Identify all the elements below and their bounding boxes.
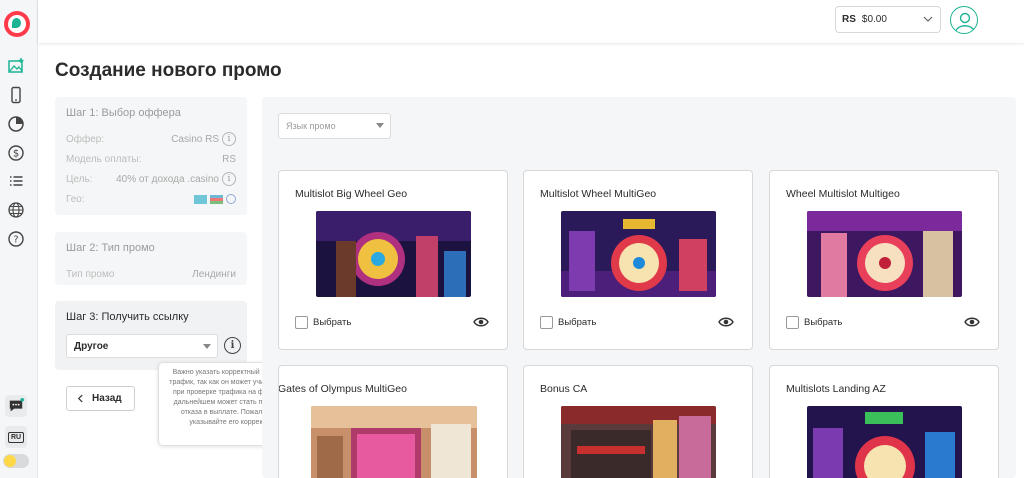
promo-card[interactable]: Bonus CA — [523, 365, 753, 478]
promo-card[interactable]: Multislot Big Wheel Geo Выбрать — [278, 170, 508, 350]
promo-card[interactable]: Multislot Wheel MultiGeo Выбрать — [523, 170, 753, 350]
back-button-label: Назад — [92, 393, 122, 404]
promo-card-title: Multislot Wheel MultiGeo — [540, 188, 657, 200]
promo-preview-image — [807, 406, 962, 478]
chevron-down-icon — [923, 16, 933, 22]
statistics-pie-icon[interactable] — [7, 115, 25, 133]
promo-card-title: Wheel Multislot Multigeo — [786, 188, 900, 200]
globe-icon[interactable] — [7, 201, 25, 219]
step-1-offer: Шаг 1: Выбор оффера Оффер: Casino RS i Мо… — [55, 97, 247, 215]
info-icon[interactable]: i — [222, 172, 236, 186]
promo-card[interactable]: Wheel Multislot Multigeo Выбрать — [769, 170, 999, 350]
balance-dropdown[interactable]: RS $0.00 — [835, 6, 941, 33]
promo-preview-image — [311, 406, 477, 478]
promo-preview-image — [316, 211, 471, 297]
caret-down-icon — [376, 123, 384, 128]
select-checkbox[interactable]: Выбрать — [295, 316, 351, 329]
geo-row: Гео: — [66, 189, 236, 209]
help-icon[interactable]: ? — [7, 230, 25, 248]
promo-card-title: Gates of Olympus MultiGeo — [278, 383, 407, 395]
promo-card-title: Bonus CA — [540, 383, 588, 395]
traffic-source-select[interactable]: Другое — [66, 334, 218, 358]
select-checkbox[interactable]: Выбрать — [786, 316, 842, 329]
offer-label: Оффер: — [66, 133, 105, 145]
goal-row: Цель: 40% от дохода .casino i — [66, 169, 236, 189]
offer-row: Оффер: Casino RS i — [66, 129, 236, 149]
payment-model-label: Модель оплаты: — [66, 153, 142, 165]
promo-card-title: Multislot Big Wheel Geo — [295, 188, 408, 200]
mobile-icon[interactable] — [7, 86, 25, 104]
select-label: Выбрать — [804, 317, 843, 328]
checkbox[interactable] — [786, 316, 799, 329]
theme-toggle[interactable] — [3, 454, 29, 468]
language-badge: RU — [7, 431, 25, 443]
info-icon[interactable]: i — [224, 337, 241, 354]
balance-amount: $0.00 — [861, 14, 887, 25]
finance-dollar-icon[interactable]: $ — [7, 144, 25, 162]
page-title: Создание нового промо — [55, 60, 282, 81]
left-sidebar: $ ? RU — [0, 0, 38, 478]
promo-card-title: Multislots Landing AZ — [786, 383, 886, 395]
user-avatar-icon[interactable] — [950, 6, 978, 34]
promo-image-icon[interactable] — [7, 57, 25, 75]
promo-preview-image — [561, 211, 716, 297]
list-icon[interactable] — [7, 172, 25, 190]
chevron-left-icon — [77, 394, 83, 403]
flag-kz-icon — [194, 194, 207, 204]
goal-value: 40% от дохода .casino — [116, 173, 219, 185]
promo-card[interactable]: Multislots Landing AZ — [769, 365, 999, 478]
step-1-title: Шаг 1: Выбор оффера — [66, 107, 181, 119]
checkbox[interactable] — [540, 316, 553, 329]
promo-type-label: Тип промо — [66, 268, 115, 280]
step-3-title: Шаг 3: Получить ссылку — [66, 311, 189, 323]
step-2-title: Шаг 2: Тип промо — [66, 242, 155, 254]
preview-eye-icon[interactable] — [473, 316, 489, 328]
select-label: Выбрать — [313, 317, 352, 328]
svg-text:?: ? — [13, 235, 18, 246]
promo-type-row: Тип промо Лендинги — [66, 264, 236, 284]
balance-currency: RS — [842, 14, 856, 25]
select-label: Выбрать — [558, 317, 597, 328]
promo-card[interactable]: Gates of Olympus MultiGeo — [278, 365, 508, 478]
checkbox[interactable] — [295, 316, 308, 329]
flag-az-icon — [210, 194, 223, 204]
goal-label: Цель: — [66, 173, 93, 185]
promo-language-placeholder: Язык промо — [286, 121, 336, 131]
back-button[interactable]: Назад — [66, 386, 135, 411]
svg-text:$: $ — [13, 149, 19, 160]
select-checkbox[interactable]: Выбрать — [540, 316, 596, 329]
sun-icon — [4, 455, 16, 467]
step-2-promo-type: Шаг 2: Тип промо Тип промо Лендинги — [55, 232, 247, 285]
promo-language-select[interactable]: Язык промо — [278, 113, 391, 139]
brand-logo[interactable] — [4, 11, 30, 37]
offer-value: Casino RS — [171, 133, 219, 145]
info-icon[interactable]: i — [222, 132, 236, 146]
payment-model-row: Модель оплаты: RS — [66, 149, 236, 169]
geo-label: Гео: — [66, 193, 85, 205]
payment-model-value: RS — [222, 153, 236, 165]
globe-icon — [226, 194, 236, 204]
promo-type-value: Лендинги — [192, 268, 236, 280]
chat-icon[interactable] — [5, 395, 27, 417]
language-switcher[interactable]: RU — [5, 426, 27, 448]
preview-eye-icon[interactable] — [964, 316, 980, 328]
preview-eye-icon[interactable] — [718, 316, 734, 328]
promo-preview-image — [561, 406, 716, 478]
traffic-source-value: Другое — [74, 340, 109, 352]
caret-down-icon — [203, 344, 211, 349]
promo-preview-image — [807, 211, 962, 297]
